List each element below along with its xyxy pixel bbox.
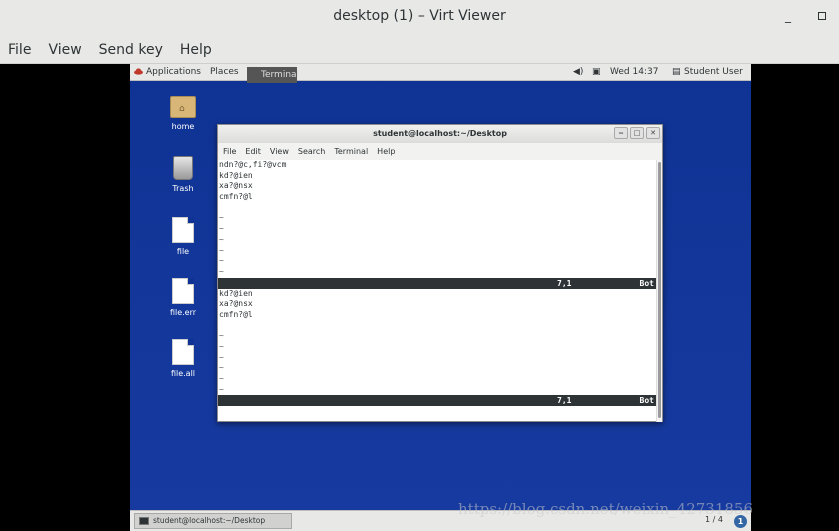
status-scroll-pos: Bot [639, 278, 654, 288]
desktop-icon-file-all[interactable]: file.all [153, 339, 213, 378]
status-scroll-pos: Bot [639, 396, 654, 406]
terminal-menu-search[interactable]: Search [298, 147, 325, 156]
status-filename: file [+] [257, 407, 297, 417]
minimize-icon: _ [785, 9, 791, 23]
desktop-icon-label: home [171, 122, 195, 131]
terminal-line: ndn?@c,fi?@vcm [219, 160, 287, 169]
desktop-icon-file[interactable]: file [153, 217, 213, 256]
vim-statusline-top: file [+] 7,1 Bot [218, 277, 656, 299]
terminal-line: ~ [219, 331, 224, 341]
terminal-line: ~ [219, 234, 224, 244]
terminal-icon [139, 517, 149, 525]
network-icon[interactable]: ▣ [592, 67, 601, 77]
user-icon[interactable]: ▤ [672, 67, 681, 77]
fedora-hat-icon[interactable] [134, 67, 143, 76]
terminal-menubar: File Edit View Search Terminal Help [218, 143, 662, 160]
viewer-menubar: File View Send key Help [0, 36, 839, 64]
terminal-line: ~ [219, 245, 224, 255]
terminal-line: kd?@ien [219, 170, 253, 180]
menu-file[interactable]: File [8, 42, 31, 58]
desktop-icon-label: file [176, 247, 190, 256]
terminal-text-area[interactable]: ndn?@c,fi?@vcm kd?@ien xa?@nsx cmfn?@l ~ ~ ~ ~ ~… [218, 160, 656, 422]
terminal-line: ~ [219, 224, 224, 234]
terminal-line: ~ [219, 384, 224, 394]
status-cursor-pos: 7,1 [557, 278, 572, 288]
window-title: desktop (1) – Virt Viewer [333, 8, 506, 24]
terminal-titlebar[interactable]: student@localhost:~/Desktop ‒ □ ✕ [218, 125, 662, 143]
viewer-titlebar: desktop (1) – Virt Viewer _ [0, 0, 839, 36]
desktop-icon-label: file.all [170, 369, 196, 378]
volume-icon[interactable]: ◀) [573, 67, 583, 77]
minimize-button[interactable]: _ [781, 8, 795, 24]
maximize-button[interactable] [815, 8, 829, 24]
document-icon [172, 339, 194, 365]
desktop-icon-file-err[interactable]: file.err [153, 278, 213, 317]
guest-desktop[interactable]: Applications Places Terminal ◀) ▣ Wed 14… [130, 64, 751, 531]
gnome-top-bar: Applications Places Terminal ◀) ▣ Wed 14… [130, 64, 751, 83]
vim-pane-top[interactable]: ndn?@c,fi?@vcm kd?@ien xa?@nsx cmfn?@l ~ ~ ~ ~ ~… [218, 160, 656, 278]
watermark: https://blog.csdn.net/weixin_42731856 [458, 500, 754, 518]
clock[interactable]: Wed 14:37 [610, 67, 658, 77]
active-app-terminal[interactable]: Terminal [247, 67, 299, 83]
terminal-window[interactable]: student@localhost:~/Desktop ‒ □ ✕ File E… [217, 124, 663, 422]
terminal-line: ~ [219, 363, 224, 373]
desktop-icon-trash[interactable]: Trash [153, 156, 213, 193]
terminal-menu-terminal[interactable]: Terminal [334, 147, 368, 156]
maximize-icon [818, 12, 826, 20]
terminal-line: ~ [219, 342, 224, 351]
terminal-line: ~ [219, 256, 224, 266]
terminal-menu-edit[interactable]: Edit [245, 147, 261, 156]
vim-pane-bottom[interactable]: kd?@ienxa?@nsxcmfn?@l~~~~~~ [218, 289, 656, 396]
terminal-minimize-button[interactable]: ‒ [614, 127, 628, 139]
terminal-line: ~ [219, 213, 224, 223]
terminal-line: xa?@nsx [219, 181, 253, 191]
desktop-icon-home[interactable]: ⌂ home [153, 96, 213, 131]
user-menu[interactable]: Student User [684, 67, 743, 77]
terminal-maximize-button[interactable]: □ [630, 127, 644, 139]
trash-icon [173, 156, 193, 180]
menu-view[interactable]: View [48, 42, 81, 58]
desktop-icon-label: Trash [172, 184, 194, 193]
places-menu[interactable]: Places [210, 67, 239, 77]
status-filename: file [+] [257, 289, 297, 299]
terminal-line: ~ [219, 374, 224, 384]
desktop-icon-label: file.err [169, 308, 197, 317]
applications-menu[interactable]: Applications [146, 67, 201, 77]
scrollbar-thumb[interactable] [658, 162, 661, 418]
terminal-menu-view[interactable]: View [270, 147, 289, 156]
taskbar-terminal-button[interactable]: student@localhost:~/Desktop [134, 513, 292, 529]
document-icon [172, 278, 194, 304]
terminal-line: cmfn?@l [218, 310, 656, 321]
terminal-close-button[interactable]: ✕ [646, 127, 660, 139]
terminal-line: cmfn?@l [219, 192, 253, 202]
terminal-menu-help[interactable]: Help [377, 147, 395, 156]
taskbar-label: student@localhost:~/Desktop [153, 516, 266, 525]
terminal-line: xa?@nsx [218, 299, 656, 310]
terminal-menu-file[interactable]: File [223, 147, 236, 156]
terminal-title: student@localhost:~/Desktop [373, 129, 507, 138]
terminal-line: ~ [219, 266, 224, 276]
status-cursor-pos: 7,1 [557, 396, 572, 406]
terminal-line: ~ [219, 352, 224, 362]
vim-statusline-bottom: file [+] 7,1 Bot [218, 395, 656, 416]
document-icon [172, 217, 194, 243]
menu-help[interactable]: Help [180, 42, 212, 58]
terminal-scrollbar[interactable] [656, 160, 662, 422]
menu-send-key[interactable]: Send key [99, 42, 163, 58]
folder-home-icon: ⌂ [170, 96, 196, 118]
